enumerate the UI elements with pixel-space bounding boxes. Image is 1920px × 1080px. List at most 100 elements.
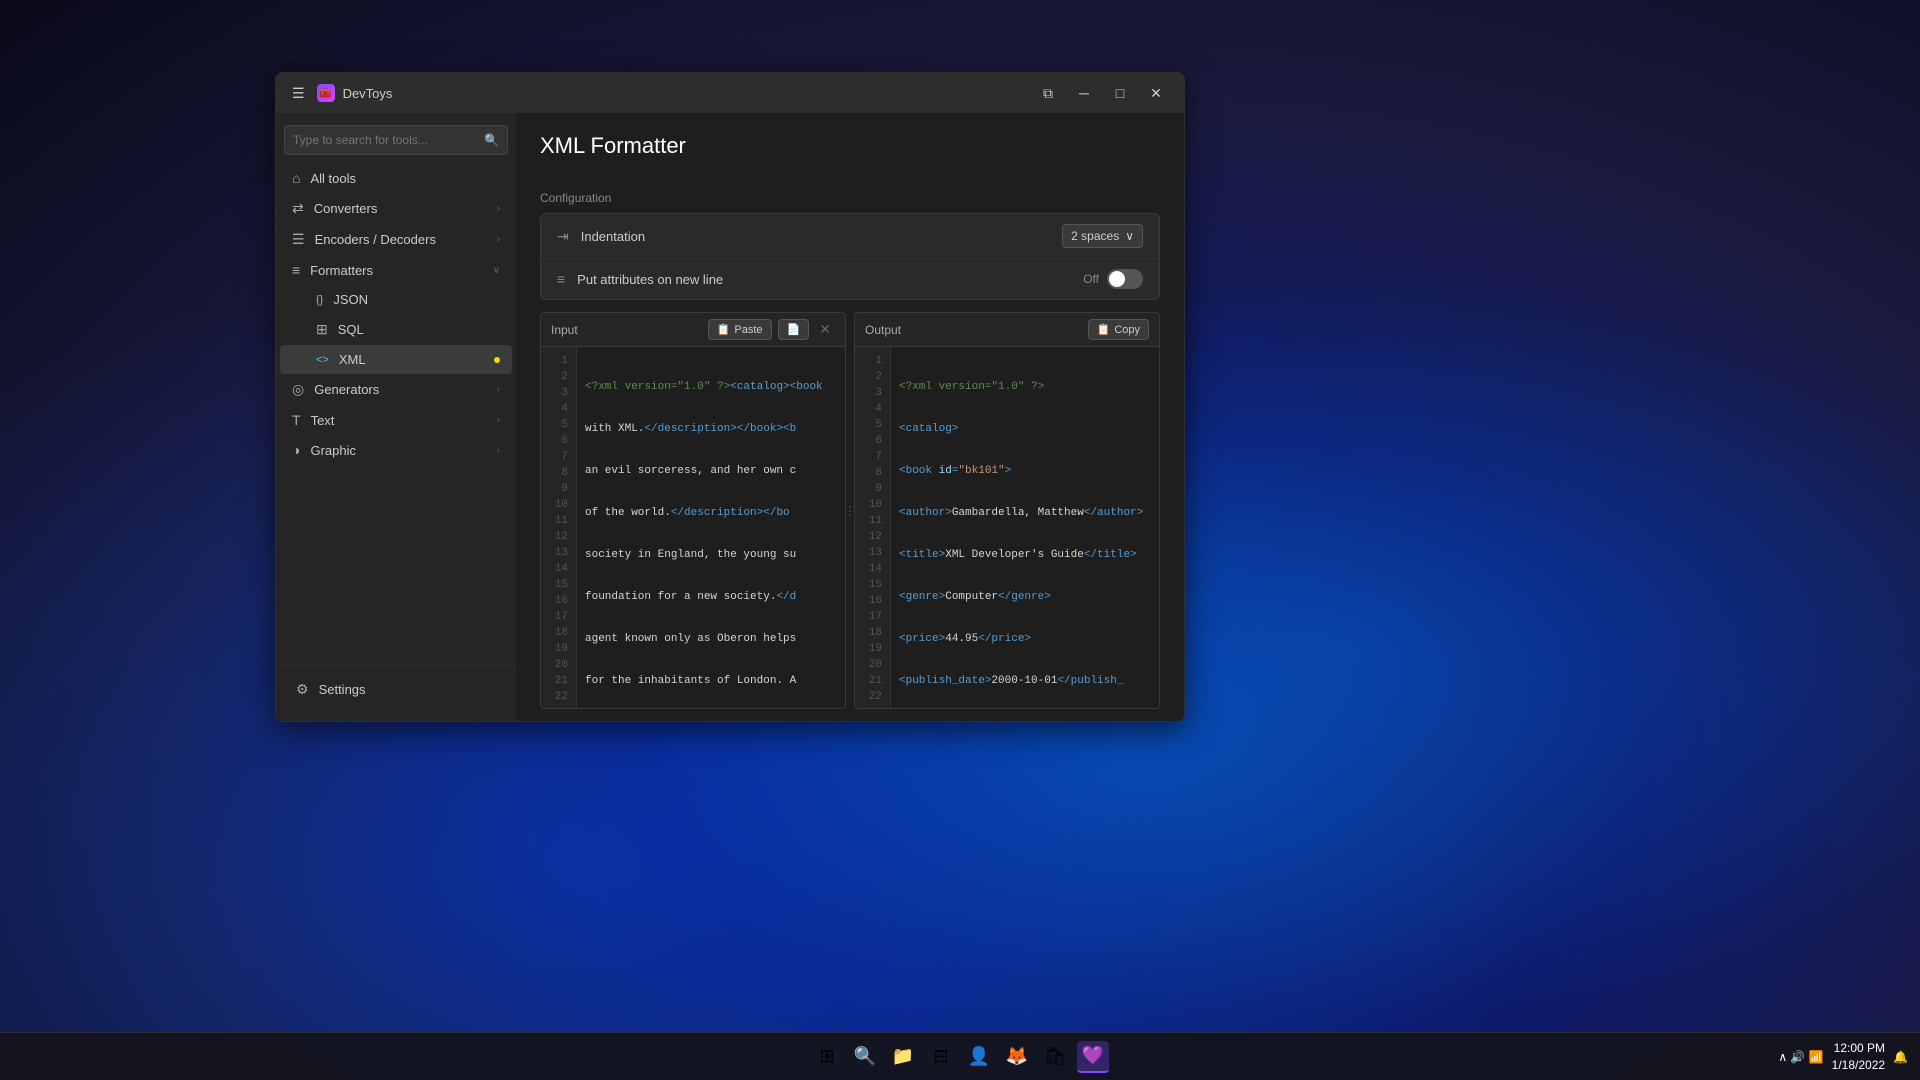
- sidebar-label-xml: XML: [339, 352, 484, 367]
- output-editor-body: 1 2 3 4 5 6 7 8 9 10 11 12 13: [855, 347, 1159, 708]
- sidebar-item-graphic[interactable]: ◑ Graphic ›: [280, 435, 512, 465]
- indentation-label: Indentation: [581, 229, 1062, 244]
- taskbar-time-display: 12:00 PM: [1832, 1040, 1885, 1057]
- taskbar-people-icon[interactable]: 👤: [963, 1041, 995, 1073]
- attributes-icon: ≡: [557, 271, 565, 287]
- copy-label: Copy: [1114, 324, 1140, 336]
- search-bar[interactable]: 🔍: [284, 125, 508, 155]
- sidebar-item-xml[interactable]: <> XML: [280, 345, 512, 374]
- chevron-down-icon: ∨: [493, 265, 500, 276]
- sidebar-item-settings[interactable]: ⚙ Settings: [284, 674, 508, 705]
- maximize-icon: □: [1116, 85, 1124, 101]
- json-icon: {}: [316, 294, 323, 306]
- sidebar-item-formatters[interactable]: ≡ Formatters ∨: [280, 255, 512, 285]
- settings-icon: ⚙: [296, 681, 309, 698]
- sidebar-label-converters: Converters: [314, 201, 487, 216]
- output-pane-header: Output 📋 Copy: [855, 313, 1159, 347]
- active-indicator-dot: [494, 357, 500, 363]
- restore-icon-btn[interactable]: ⧉: [1032, 79, 1064, 107]
- clear-input-button[interactable]: ✕: [815, 319, 835, 340]
- page-title: XML Formatter: [540, 133, 1160, 159]
- sidebar-item-text[interactable]: T Text ›: [280, 405, 512, 435]
- sidebar-item-sql[interactable]: ⊞ SQL: [280, 314, 512, 345]
- editor-divider: [846, 312, 854, 709]
- config-section-label: Configuration: [540, 191, 1160, 205]
- minimize-icon: ─: [1079, 85, 1089, 101]
- app-title-label: DevToys: [343, 86, 393, 101]
- output-code-content: <?xml version="1.0" ?> <catalog> <book i…: [891, 347, 1159, 708]
- taskbar-icons: ⊞ 🔍 📁 ⊟ 👤 🦊 🛍 💜: [811, 1041, 1109, 1073]
- indentation-icon: ⇥: [557, 228, 569, 245]
- taskbar-start-button[interactable]: ⊞: [811, 1041, 843, 1073]
- sidebar-item-all-tools[interactable]: ⌂ All tools: [280, 163, 512, 193]
- taskbar-right-area: ∧ 🔊 📶 12:00 PM 1/18/2022 🔔: [1778, 1040, 1908, 1074]
- content-area: XML Formatter Configuration ⇥ Indentatio…: [516, 113, 1184, 721]
- text-icon: T: [292, 412, 301, 428]
- taskbar-files-icon[interactable]: 📁: [887, 1041, 919, 1073]
- attributes-label: Put attributes on new line: [577, 272, 1083, 287]
- encoders-icon: ☰: [292, 231, 305, 248]
- chevron-right-icon-2: ›: [497, 234, 500, 245]
- chevron-right-icon-5: ›: [497, 445, 500, 456]
- graphic-icon: ◑: [292, 442, 300, 458]
- chevron-right-icon-4: ›: [497, 415, 500, 426]
- input-editor-body[interactable]: 1 2 3 4 5 6 7 8 9 10 11 12 13: [541, 347, 845, 708]
- copy-button[interactable]: 📋 Copy: [1088, 319, 1149, 340]
- input-line-numbers: 1 2 3 4 5 6 7 8 9 10 11 12 13: [541, 347, 577, 708]
- close-input-icon: ✕: [819, 321, 831, 337]
- sidebar-label-all-tools: All tools: [310, 171, 500, 186]
- notifications-icon[interactable]: 🔔: [1893, 1050, 1908, 1064]
- editor-container: Input 📋 Paste 📄 ✕: [540, 312, 1160, 709]
- taskbar-store-icon[interactable]: 🛍: [1039, 1041, 1071, 1073]
- sidebar-item-encoders[interactable]: ☰ Encoders / Decoders ›: [280, 224, 512, 255]
- config-card: ⇥ Indentation 2 spaces ∨ ≡ Put attribute…: [540, 213, 1160, 300]
- taskbar-search-icon[interactable]: 🔍: [849, 1041, 881, 1073]
- search-icon[interactable]: 🔍: [484, 133, 499, 147]
- sql-icon: ⊞: [316, 321, 328, 338]
- restore-icon: ⧉: [1043, 85, 1053, 102]
- sidebar: 🔍 ⌂ All tools ⇄ Converters › ☰ Encoders …: [276, 113, 516, 721]
- generators-icon: ◎: [292, 381, 304, 398]
- taskbar-widgets-icon[interactable]: ⊟: [925, 1041, 957, 1073]
- sidebar-label-formatters: Formatters: [310, 263, 483, 278]
- chevron-right-icon-3: ›: [497, 384, 500, 395]
- close-button[interactable]: ✕: [1140, 79, 1172, 107]
- input-code-content[interactable]: <?xml version="1.0" ?><catalog><book wit…: [577, 347, 845, 708]
- minimize-button[interactable]: ─: [1068, 79, 1100, 107]
- sidebar-item-generators[interactable]: ◎ Generators ›: [280, 374, 512, 405]
- attributes-toggle[interactable]: [1107, 269, 1143, 289]
- close-icon: ✕: [1150, 85, 1162, 102]
- file-icon: 📄: [787, 323, 801, 336]
- taskbar-browser-icon[interactable]: 🦊: [1001, 1041, 1033, 1073]
- taskbar-devtoys-icon[interactable]: 💜: [1077, 1041, 1109, 1073]
- copy-icon: 📋: [1097, 323, 1111, 336]
- input-pane-header: Input 📋 Paste 📄 ✕: [541, 313, 845, 347]
- paste-icon: 📋: [717, 323, 731, 336]
- taskbar-clock[interactable]: 12:00 PM 1/18/2022: [1832, 1040, 1885, 1074]
- indentation-row: ⇥ Indentation 2 spaces ∨: [541, 214, 1159, 259]
- sidebar-label-encoders: Encoders / Decoders: [315, 232, 487, 247]
- taskbar-date-display: 1/18/2022: [1832, 1057, 1885, 1074]
- paste-button[interactable]: 📋 Paste: [708, 319, 772, 340]
- config-section: Configuration ⇥ Indentation 2 spaces ∨ ≡: [516, 191, 1184, 300]
- output-pane-label: Output: [865, 323, 1082, 337]
- indentation-value: 2 spaces: [1071, 229, 1119, 243]
- toggle-off-label: Off: [1083, 272, 1099, 286]
- output-line-numbers: 1 2 3 4 5 6 7 8 9 10 11 12 13: [855, 347, 891, 708]
- xml-icon: <>: [316, 354, 329, 366]
- open-file-button[interactable]: 📄: [778, 319, 810, 340]
- search-input[interactable]: [293, 133, 484, 147]
- app-window: ☰ 🧰 DevToys ⧉ ─ □ ✕ 🔍: [275, 72, 1185, 722]
- system-tray: ∧ 🔊 📶: [1778, 1050, 1823, 1064]
- content-header: XML Formatter: [516, 113, 1184, 191]
- hamburger-icon[interactable]: ☰: [288, 81, 309, 106]
- chevron-right-icon: ›: [497, 203, 500, 214]
- sidebar-label-graphic: Graphic: [310, 443, 486, 458]
- indentation-dropdown[interactable]: 2 spaces ∨: [1062, 224, 1143, 248]
- sidebar-item-converters[interactable]: ⇄ Converters ›: [280, 193, 512, 224]
- input-pane-label: Input: [551, 323, 702, 337]
- paste-label: Paste: [734, 324, 762, 336]
- sidebar-item-json[interactable]: {} JSON: [280, 285, 512, 314]
- maximize-button[interactable]: □: [1104, 79, 1136, 107]
- output-pane: Output 📋 Copy 1 2 3 4 5 6: [854, 312, 1160, 709]
